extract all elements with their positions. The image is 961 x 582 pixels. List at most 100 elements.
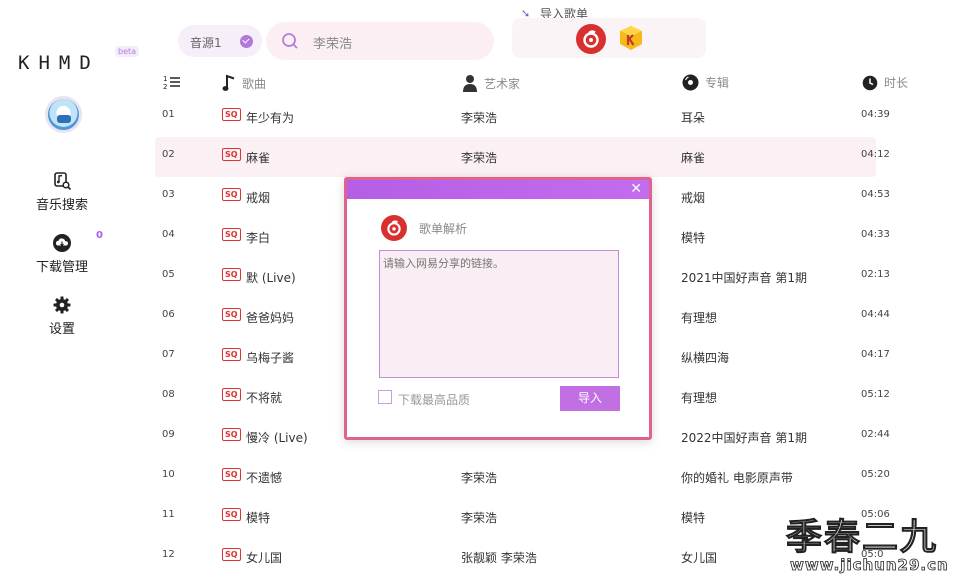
avatar[interactable]: [45, 96, 82, 133]
song-title: 不将就: [246, 391, 283, 405]
quality-badge: SQ: [222, 188, 241, 201]
table-row[interactable]: 12 SQ 女儿国 张靓颖 李荣浩 女儿国 05:0: [155, 537, 883, 577]
clock-icon: [862, 75, 878, 90]
vinyl-disc-icon: [682, 74, 699, 91]
song-album: 耳朵: [681, 111, 706, 125]
column-header-index: 1 2: [163, 74, 181, 90]
song-title: 戒烟: [246, 191, 271, 205]
sidebar-item-label: 设置: [48, 322, 75, 337]
column-header-label: 艺术家: [484, 76, 521, 91]
dialog-body: 歌单解析 下载最高品质 导入: [350, 201, 646, 437]
import-button[interactable]: 导入: [560, 386, 620, 411]
song-album: 女儿国: [681, 551, 718, 565]
quality-badge: SQ: [222, 388, 241, 401]
row-index: 10: [162, 469, 175, 480]
song-album: 模特: [681, 231, 706, 245]
song-artist: 李荣浩: [461, 471, 498, 485]
sidebar-item-label: 音乐搜索: [35, 198, 88, 213]
music-search-icon: [54, 172, 72, 191]
song-duration: 05:20: [861, 469, 890, 480]
song-album: 模特: [681, 511, 706, 525]
song-title: 年少有为: [246, 111, 295, 125]
dialog-titlebar: ✕: [347, 180, 649, 199]
music-note-icon: [222, 74, 235, 91]
row-index: 08: [162, 389, 175, 400]
watermark-text: 季春二九: [785, 516, 939, 559]
close-icon[interactable]: ✕: [630, 180, 642, 199]
table-row[interactable]: 10 SQ 不遗憾 李荣浩 你的婚礼 电影原声带 05:20: [155, 457, 890, 497]
row-index: 11: [162, 509, 175, 520]
source-select[interactable]: 音源1: [178, 25, 262, 57]
quality-badge: SQ: [222, 148, 241, 161]
import-source-panel: [512, 18, 706, 58]
highest-quality-checkbox[interactable]: [378, 390, 392, 404]
song-duration: 04:12: [861, 149, 890, 160]
song-duration: 02:13: [861, 269, 890, 280]
row-index: 01: [162, 109, 175, 120]
sidebar-item-download-manager[interactable]: 下载管理: [22, 233, 102, 275]
song-duration: 05:12: [861, 389, 890, 400]
quality-badge: SQ: [222, 468, 241, 481]
source-select-value: 音源1: [190, 36, 222, 50]
sidebar-item-settings[interactable]: 设置: [22, 295, 102, 337]
row-index: 07: [162, 349, 175, 360]
song-title: 不遗憾: [246, 471, 283, 485]
quality-badge: SQ: [222, 548, 241, 561]
quality-badge: SQ: [222, 348, 241, 361]
column-header-label: 专辑: [705, 76, 730, 90]
row-index: 04: [162, 229, 175, 240]
search-input[interactable]: 李荣浩: [266, 22, 494, 60]
song-artist: 李荣浩: [461, 111, 498, 125]
column-header-album[interactable]: 专辑: [682, 74, 729, 91]
song-album: 你的婚礼 电影原声带: [681, 471, 793, 485]
row-index: 06: [162, 309, 175, 320]
table-row[interactable]: 11 SQ 模特 李荣浩 模特 05:06: [155, 497, 890, 537]
song-album: 有理想: [681, 391, 718, 405]
quality-badge: SQ: [222, 508, 241, 521]
column-header-label: 歌曲: [242, 76, 267, 91]
app-window: KHMD beta 音乐搜索 下载管理 0 设置 音源1 李荣浩 ➘ 导入歌单 …: [0, 0, 961, 582]
share-link-input[interactable]: [379, 250, 619, 378]
netease-music-icon[interactable]: [576, 24, 606, 54]
svg-text:2: 2: [163, 83, 167, 90]
table-row[interactable]: 02 SQ 麻雀 李荣浩 麻雀 04:12: [155, 137, 890, 177]
table-row[interactable]: 01 SQ 年少有为 李荣浩 耳朵 04:39: [155, 97, 890, 137]
row-index: 09: [162, 429, 175, 440]
kuwo-music-icon[interactable]: [617, 24, 645, 52]
song-title: 爸爸妈妈: [246, 311, 295, 325]
song-album: 2022中国好声音 第1期: [681, 431, 807, 445]
song-title: 乌梅子酱: [246, 351, 295, 365]
column-header-label: 时长: [884, 76, 909, 90]
sidebar-item-music-search[interactable]: 音乐搜索: [22, 171, 102, 213]
watermark-url: www.jichun29.cn: [790, 556, 949, 575]
song-artist: 李荣浩: [461, 511, 498, 525]
search-input-value: 李荣浩: [313, 37, 353, 52]
row-index: 12: [162, 549, 175, 560]
song-duration: 04:53: [861, 189, 890, 200]
song-artist: 张靓颖 李荣浩: [461, 551, 537, 565]
song-title: 麻雀: [246, 151, 271, 165]
row-index: 02: [162, 149, 175, 160]
app-logo: KHMD: [18, 52, 100, 74]
song-duration: 02:44: [861, 429, 890, 440]
netease-music-icon: [381, 215, 407, 241]
song-duration: 04:17: [861, 349, 890, 360]
song-title: 李白: [246, 231, 271, 245]
column-header-title[interactable]: 歌曲: [222, 74, 266, 92]
song-album: 麻雀: [681, 151, 706, 165]
column-header-artist[interactable]: 艺术家: [462, 74, 520, 92]
artist-icon: [463, 75, 477, 92]
song-album: 纵横四海: [681, 351, 730, 365]
svg-text:1: 1: [163, 75, 167, 83]
check-circle-icon: [240, 35, 253, 48]
column-header-duration[interactable]: 时长: [862, 74, 908, 91]
row-index: 05: [162, 269, 175, 280]
quality-badge: SQ: [222, 428, 241, 441]
dialog-title: 歌单解析: [419, 222, 468, 236]
highest-quality-label: 下载最高品质: [398, 393, 471, 407]
song-album: 有理想: [681, 311, 718, 325]
search-icon: [282, 33, 298, 49]
quality-badge: SQ: [222, 108, 241, 121]
song-album: 戒烟: [681, 191, 706, 205]
song-duration: 04:44: [861, 309, 890, 320]
